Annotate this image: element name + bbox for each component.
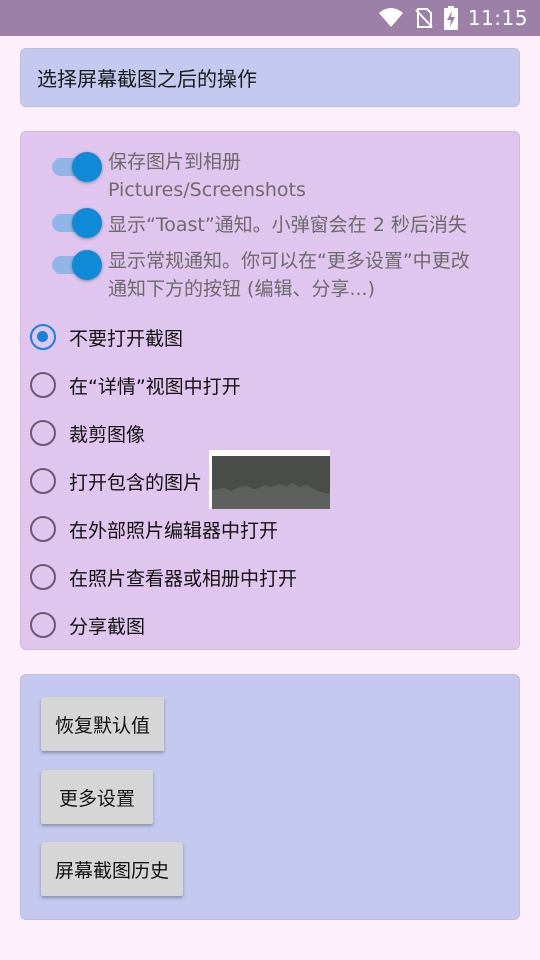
toggle-label: 显示“Toast”通知。小弹窗会在 2 秒后消失 bbox=[108, 214, 467, 236]
radio-button[interactable] bbox=[30, 516, 56, 542]
radio-button[interactable] bbox=[30, 324, 56, 350]
no-sim-icon bbox=[414, 7, 434, 29]
radio-option-open-image[interactable]: 打开包含的图片 bbox=[30, 463, 202, 499]
radio-option-share[interactable]: 分享截图 bbox=[30, 607, 145, 643]
restore-defaults-button[interactable]: 恢复默认值 bbox=[41, 697, 165, 751]
page-title: 选择屏幕截图之后的操作 bbox=[37, 67, 257, 91]
toggle-label: 显示常规通知。你可以在“更多设置”中更改 通知下方的按钮 (编辑、分享...) bbox=[108, 250, 470, 300]
radio-option-external-editor[interactable]: 在外部照片编辑器中打开 bbox=[30, 511, 278, 547]
battery-charging-icon bbox=[443, 6, 458, 30]
save-to-album-switch[interactable] bbox=[52, 152, 102, 182]
radio-option-photo-viewer[interactable]: 在照片查看器或相册中打开 bbox=[30, 559, 297, 595]
radio-option-do-not-open[interactable]: 不要打开截图 bbox=[30, 319, 183, 355]
toggle-save-to-album[interactable]: 保存图片到相册 Pictures/Screenshots bbox=[30, 148, 500, 204]
toggle-regular-notification[interactable]: 显示常规通知。你可以在“更多设置”中更改 通知下方的按钮 (编辑、分享...) bbox=[30, 247, 500, 303]
radio-button[interactable] bbox=[30, 564, 56, 590]
radio-button[interactable] bbox=[30, 372, 56, 398]
radio-button[interactable] bbox=[30, 420, 56, 446]
screenshot-thumbnail bbox=[209, 450, 330, 509]
status-time: 11:15 bbox=[467, 6, 528, 30]
radio-option-details-view[interactable]: 在“详情”视图中打开 bbox=[30, 367, 241, 403]
wifi-icon bbox=[378, 7, 404, 29]
regular-notification-switch[interactable] bbox=[52, 250, 102, 280]
screenshot-history-button[interactable]: 屏幕截图历史 bbox=[41, 842, 184, 896]
toggle-toast-notification[interactable]: 显示“Toast”通知。小弹窗会在 2 秒后消失 bbox=[30, 208, 500, 241]
more-settings-button[interactable]: 更多设置 bbox=[41, 770, 154, 824]
radio-button[interactable] bbox=[30, 612, 56, 638]
title-card: 选择屏幕截图之后的操作 bbox=[20, 48, 520, 107]
radio-option-crop-image[interactable]: 裁剪图像 bbox=[30, 415, 145, 451]
radio-button[interactable] bbox=[30, 468, 56, 494]
status-bar: 11:15 bbox=[0, 0, 540, 36]
toggle-label: 保存图片到相册 Pictures/Screenshots bbox=[108, 151, 306, 201]
toast-notification-switch[interactable] bbox=[52, 208, 102, 238]
